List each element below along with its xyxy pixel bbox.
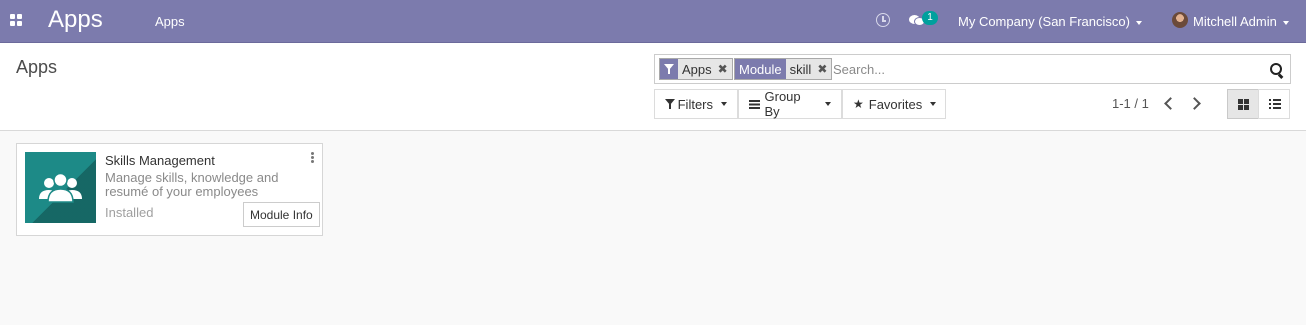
app-kanban-card[interactable]: Skills Management Manage skills, knowled… — [16, 143, 323, 236]
facet-value: skill — [789, 61, 812, 77]
company-switcher[interactable]: My Company (San Francisco) — [958, 14, 1142, 29]
app-brand[interactable]: Apps — [48, 6, 103, 34]
favorites-label: Favorites — [868, 96, 923, 112]
filter-icon — [664, 64, 674, 74]
list-icon — [1269, 99, 1281, 109]
app-status: Installed — [105, 205, 154, 220]
view-switch-list[interactable] — [1258, 89, 1290, 119]
pager-previous-icon[interactable] — [1161, 95, 1177, 113]
chevron-down-icon — [721, 102, 727, 106]
search-facet-filter[interactable]: Apps ✖ — [659, 58, 733, 80]
facet-filter-label — [660, 59, 678, 79]
app-summary: Manage skills, knowledge and resumé of y… — [105, 170, 279, 199]
search-input[interactable] — [833, 59, 1253, 79]
activity-clock-icon[interactable] — [876, 13, 890, 27]
menu-item-apps[interactable]: Apps — [155, 14, 185, 29]
facet-remove-icon[interactable]: ✖ — [814, 59, 831, 79]
page-title: Apps — [16, 57, 58, 77]
messages-count-badge: 1 — [922, 11, 938, 25]
apps-menu-icon[interactable] — [10, 14, 23, 27]
group-by-button[interactable]: Group By — [738, 89, 842, 119]
module-info-button[interactable]: Module Info — [243, 202, 320, 227]
search-icon[interactable] — [1270, 63, 1284, 77]
facet-label: Module — [735, 59, 786, 79]
search-view[interactable]: Apps ✖ Module skill ✖ — [654, 54, 1291, 84]
main-navbar: Apps Apps 1 My Company (San Francisco) M… — [0, 0, 1306, 43]
bars-icon — [749, 99, 760, 109]
star-icon: ★ — [853, 97, 864, 111]
card-dropdown-icon[interactable] — [311, 152, 315, 164]
control-panel: Apps Apps ✖ Module skill ✖ Filters Group… — [0, 43, 1306, 131]
chevron-down-icon — [1282, 20, 1289, 25]
people-group-icon — [25, 152, 96, 223]
facet-value: Apps — [682, 61, 712, 77]
user-name: Mitchell Admin — [1193, 14, 1277, 29]
user-menu[interactable]: Mitchell Admin — [1193, 14, 1289, 29]
th-large-icon — [1238, 99, 1249, 110]
user-avatar[interactable] — [1172, 12, 1188, 28]
filters-button[interactable]: Filters — [654, 89, 738, 119]
chevron-down-icon — [825, 102, 831, 106]
pager-value[interactable]: 1-1 / 1 — [1112, 96, 1149, 111]
app-name: Skills Management — [105, 153, 215, 168]
pager-next-icon[interactable] — [1188, 95, 1204, 113]
facet-remove-icon[interactable]: ✖ — [715, 59, 732, 79]
favorites-button[interactable]: ★ Favorites — [842, 89, 946, 119]
filters-label: Filters — [677, 96, 713, 112]
people-group-icon-shape — [39, 172, 82, 203]
filter-icon — [665, 99, 675, 109]
company-name: My Company (San Francisco) — [958, 14, 1130, 29]
chevron-down-icon — [930, 102, 937, 106]
search-facet-module[interactable]: Module skill ✖ — [734, 58, 833, 80]
group-by-label: Group By — [764, 89, 801, 119]
chevron-down-icon — [1135, 20, 1142, 25]
view-switch-kanban[interactable] — [1227, 89, 1259, 119]
